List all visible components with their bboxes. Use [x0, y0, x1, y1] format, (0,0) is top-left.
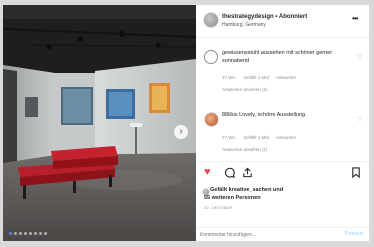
carousel-dot	[44, 232, 47, 235]
add-comment-bar: Posten	[196, 227, 369, 241]
comment-time: 27 Wo.	[222, 75, 237, 80]
carousel-dots	[9, 232, 47, 235]
carousel-dot	[9, 232, 12, 235]
next-slide-button[interactable]: ›	[174, 125, 188, 139]
commenter-avatar[interactable]	[204, 112, 219, 127]
heart-outline-icon[interactable]: ♡	[357, 116, 362, 123]
likes-summary[interactable]: Gefällt kreative_sachen und	[210, 187, 283, 194]
post-header: thestrategydesign • Abonniert Hamburg, G…	[196, 5, 369, 38]
share-icon-svg	[243, 167, 252, 178]
heart-filled-icon[interactable]: ♥	[204, 167, 211, 178]
comment-text: 88illus Lovely, schöne Ausstellung	[222, 112, 306, 118]
reply-button[interactable]: Antworten	[276, 135, 296, 140]
chevron-right-icon: ›	[179, 126, 183, 137]
post-photo[interactable]: ›	[3, 5, 196, 241]
heart-outline-icon[interactable]: ♡	[357, 54, 362, 61]
comment-icon[interactable]	[224, 167, 235, 181]
comment-likes[interactable]: Gefällt 1 Mal	[243, 135, 268, 140]
comment-meta: 27 Wo. Gefällt 1 Mal Antworten	[222, 75, 302, 80]
comment-meta: 27 Wo. Gefällt 1 Mal Antworten	[222, 135, 302, 140]
comment-likes[interactable]: Gefällt 1 Mal	[243, 75, 268, 80]
carousel-dot	[29, 232, 32, 235]
post-card: › thestrategydesign • Abonniert Hamburg,…	[2, 4, 370, 242]
more-horizontal-icon[interactable]: •••	[352, 14, 358, 23]
carousel-dot	[19, 232, 22, 235]
post-timestamp[interactable]: 20. OKTOBER	[204, 205, 232, 210]
reply-button[interactable]: Antworten	[276, 75, 296, 80]
share-icon[interactable]	[242, 167, 253, 181]
likes-line-2: 55 weiteren Personen	[204, 195, 261, 201]
likes-line-1: Gefällt kreative_sachen und	[210, 187, 284, 193]
post-location[interactable]: Hamburg, Germany	[222, 22, 266, 28]
carousel-dot	[14, 232, 17, 235]
comment-input[interactable]	[200, 230, 330, 239]
carousel-dot	[24, 232, 27, 235]
action-bar: ♥	[196, 165, 369, 183]
section-divider	[196, 161, 369, 162]
author-avatar[interactable]	[203, 12, 219, 28]
author-username[interactable]: thestrategydesign • Abonniert	[222, 14, 307, 20]
bookmark-icon-svg	[352, 167, 360, 179]
bookmark-icon[interactable]	[351, 167, 361, 181]
comment-time: 27 Wo.	[222, 135, 237, 140]
comment-icon-svg	[224, 167, 235, 178]
view-replies-link[interactable]: Antworten ansehen (1)	[222, 147, 268, 152]
comment-text: gewissensstuhl aussehen mit schöner gern…	[222, 50, 333, 64]
carousel-dot	[39, 232, 42, 235]
likes-summary-count[interactable]: 55 weiteren Personen	[204, 195, 261, 202]
post-details-panel: thestrategydesign • Abonniert Hamburg, G…	[196, 5, 369, 241]
carousel-dot	[34, 232, 37, 235]
view-replies-link[interactable]: Antworten ansehen (1)	[222, 87, 268, 92]
post-comment-button[interactable]: Posten	[345, 231, 363, 237]
gallery-photo	[3, 5, 196, 241]
commenter-avatar[interactable]	[204, 50, 218, 64]
